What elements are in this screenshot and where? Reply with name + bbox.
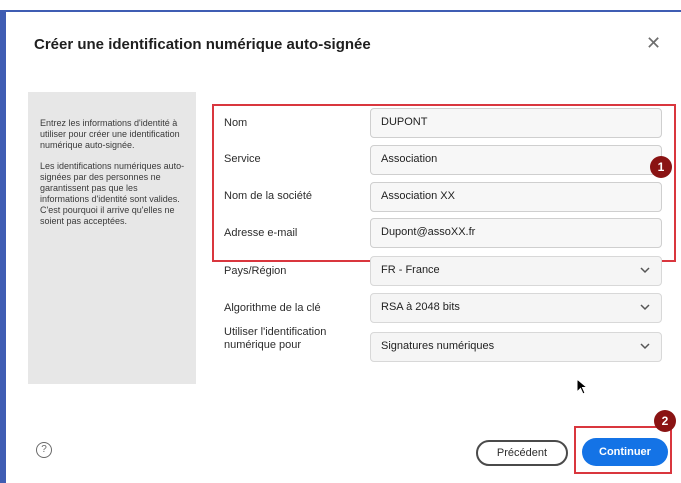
info-paragraph-2: Les identifications numériques auto-sign…: [40, 161, 185, 226]
usage-label: Utiliser l'identification numérique pour: [224, 326, 327, 351]
window-frame-top: [0, 0, 681, 12]
close-icon[interactable]: ✕: [646, 34, 661, 52]
info-paragraph-1: Entrez les informations d'identité à uti…: [40, 118, 180, 150]
chevron-down-icon: [640, 267, 650, 274]
info-panel: Entrez les informations d'identité à uti…: [28, 92, 196, 384]
dialog-title: Créer une identification numérique auto-…: [34, 36, 371, 53]
mouse-pointer-icon: [576, 378, 589, 395]
create-digital-id-dialog: Créer une identification numérique auto-…: [6, 14, 681, 483]
country-select-value: FR - France: [381, 264, 440, 276]
country-label: Pays/Région: [224, 265, 287, 277]
help-icon[interactable]: ?: [36, 442, 52, 458]
chevron-down-icon: [640, 304, 650, 311]
chevron-down-icon: [640, 343, 650, 350]
algorithm-select[interactable]: RSA à 2048 bits: [370, 293, 662, 323]
identity-fields-highlight: [212, 104, 676, 262]
continue-button[interactable]: Continuer: [582, 438, 668, 466]
country-select[interactable]: FR - France: [370, 256, 662, 286]
usage-select-value: Signatures numériques: [381, 340, 495, 352]
annotation-badge-2: 2: [654, 410, 676, 432]
previous-button[interactable]: Précédent: [476, 440, 568, 466]
algorithm-label: Algorithme de la clé: [224, 302, 321, 314]
usage-select[interactable]: Signatures numériques: [370, 332, 662, 362]
algorithm-select-value: RSA à 2048 bits: [381, 301, 460, 313]
annotation-badge-1: 1: [650, 156, 672, 178]
